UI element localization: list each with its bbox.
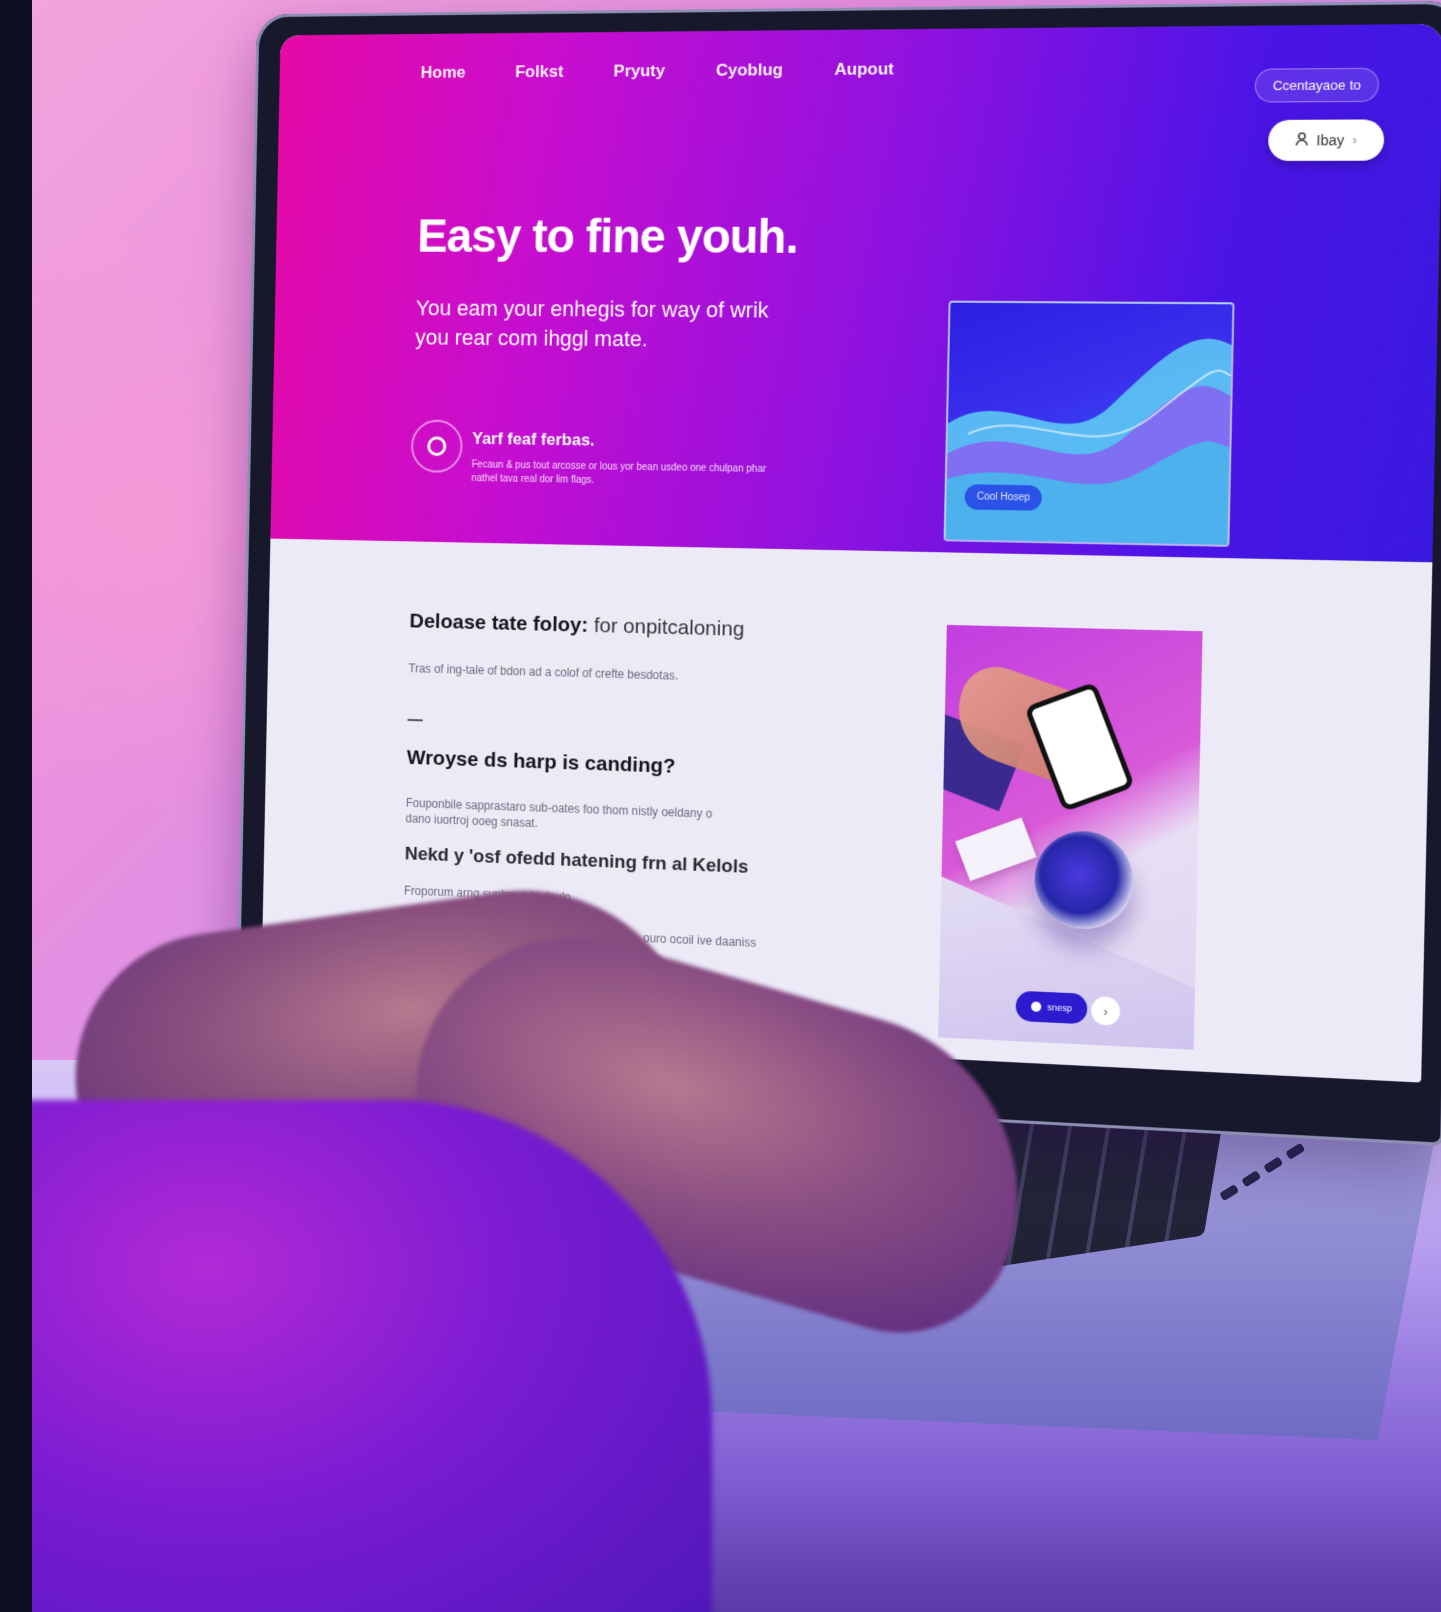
feature-description: Fecaun & pus tout arcosse or lous yor be… [471,459,767,486]
wave-card-button[interactable]: Cool Hosep [964,484,1043,511]
hero-section: Home Folkst Pryuty Cyoblug Aupout Ccenta… [270,23,1441,563]
nav-item-2[interactable]: Folkst [515,62,563,82]
section-text-2: Fouponbile sapprastaro sub-oates foo tho… [405,795,713,831]
nav-item-4[interactable]: Cyoblug [716,60,783,80]
product-photo-card: snesp › [938,624,1203,1050]
circle-icon [410,419,463,473]
phone-image [1024,681,1136,813]
nav-about[interactable]: Aupout [834,59,894,79]
wave-image-card: Cool Hosep [943,300,1235,547]
contact-button[interactable]: Ccentayaoe to [1254,67,1380,103]
top-nav: Home Folkst Pryuty Cyoblug Aupout [420,59,894,82]
nav-item-3[interactable]: Pryuty [613,61,665,81]
photo-card-button[interactable]: snesp [1015,990,1088,1025]
section-title-3: Nekd y 'osf ofedd hatening frn al Kelols [404,843,749,878]
section-text-4: ouro ocoil ive daaniss [642,931,757,950]
login-label: Ibay [1316,131,1345,149]
section-text-1: Tras of ing-tale of bdon ad a colof of c… [408,661,679,683]
dot-icon [1030,1001,1042,1013]
feature-title: Yarf feaf ferbas. [471,429,595,450]
photo-scene: Home Folkst Pryuty Cyoblug Aupout Ccenta… [32,0,1441,1612]
divider [407,718,423,722]
glass-sphere-image [1033,829,1135,931]
hero-subtitle: You eam your enhegis for way of wrik you… [415,295,769,352]
user-icon [1295,132,1308,150]
laptop-screen: Home Folkst Pryuty Cyoblug Aupout Ccenta… [260,23,1441,1083]
chevron-right-icon: › [1352,132,1357,148]
laptop-bezel: Home Folkst Pryuty Cyoblug Aupout Ccenta… [235,0,1441,1146]
section-title-2: Wroyse ds harp is canding? [406,746,676,778]
section-text-3: Froporum arng sunbre a la dnulo [403,883,572,905]
hero-title: Easy to fine youh. [416,210,799,264]
notebook-image [955,817,1037,882]
section-title-1: Deloase tate foloy: for onpitcaloning [409,609,745,641]
nav-home[interactable]: Home [420,63,465,83]
login-button[interactable]: Ibay › [1267,119,1385,161]
